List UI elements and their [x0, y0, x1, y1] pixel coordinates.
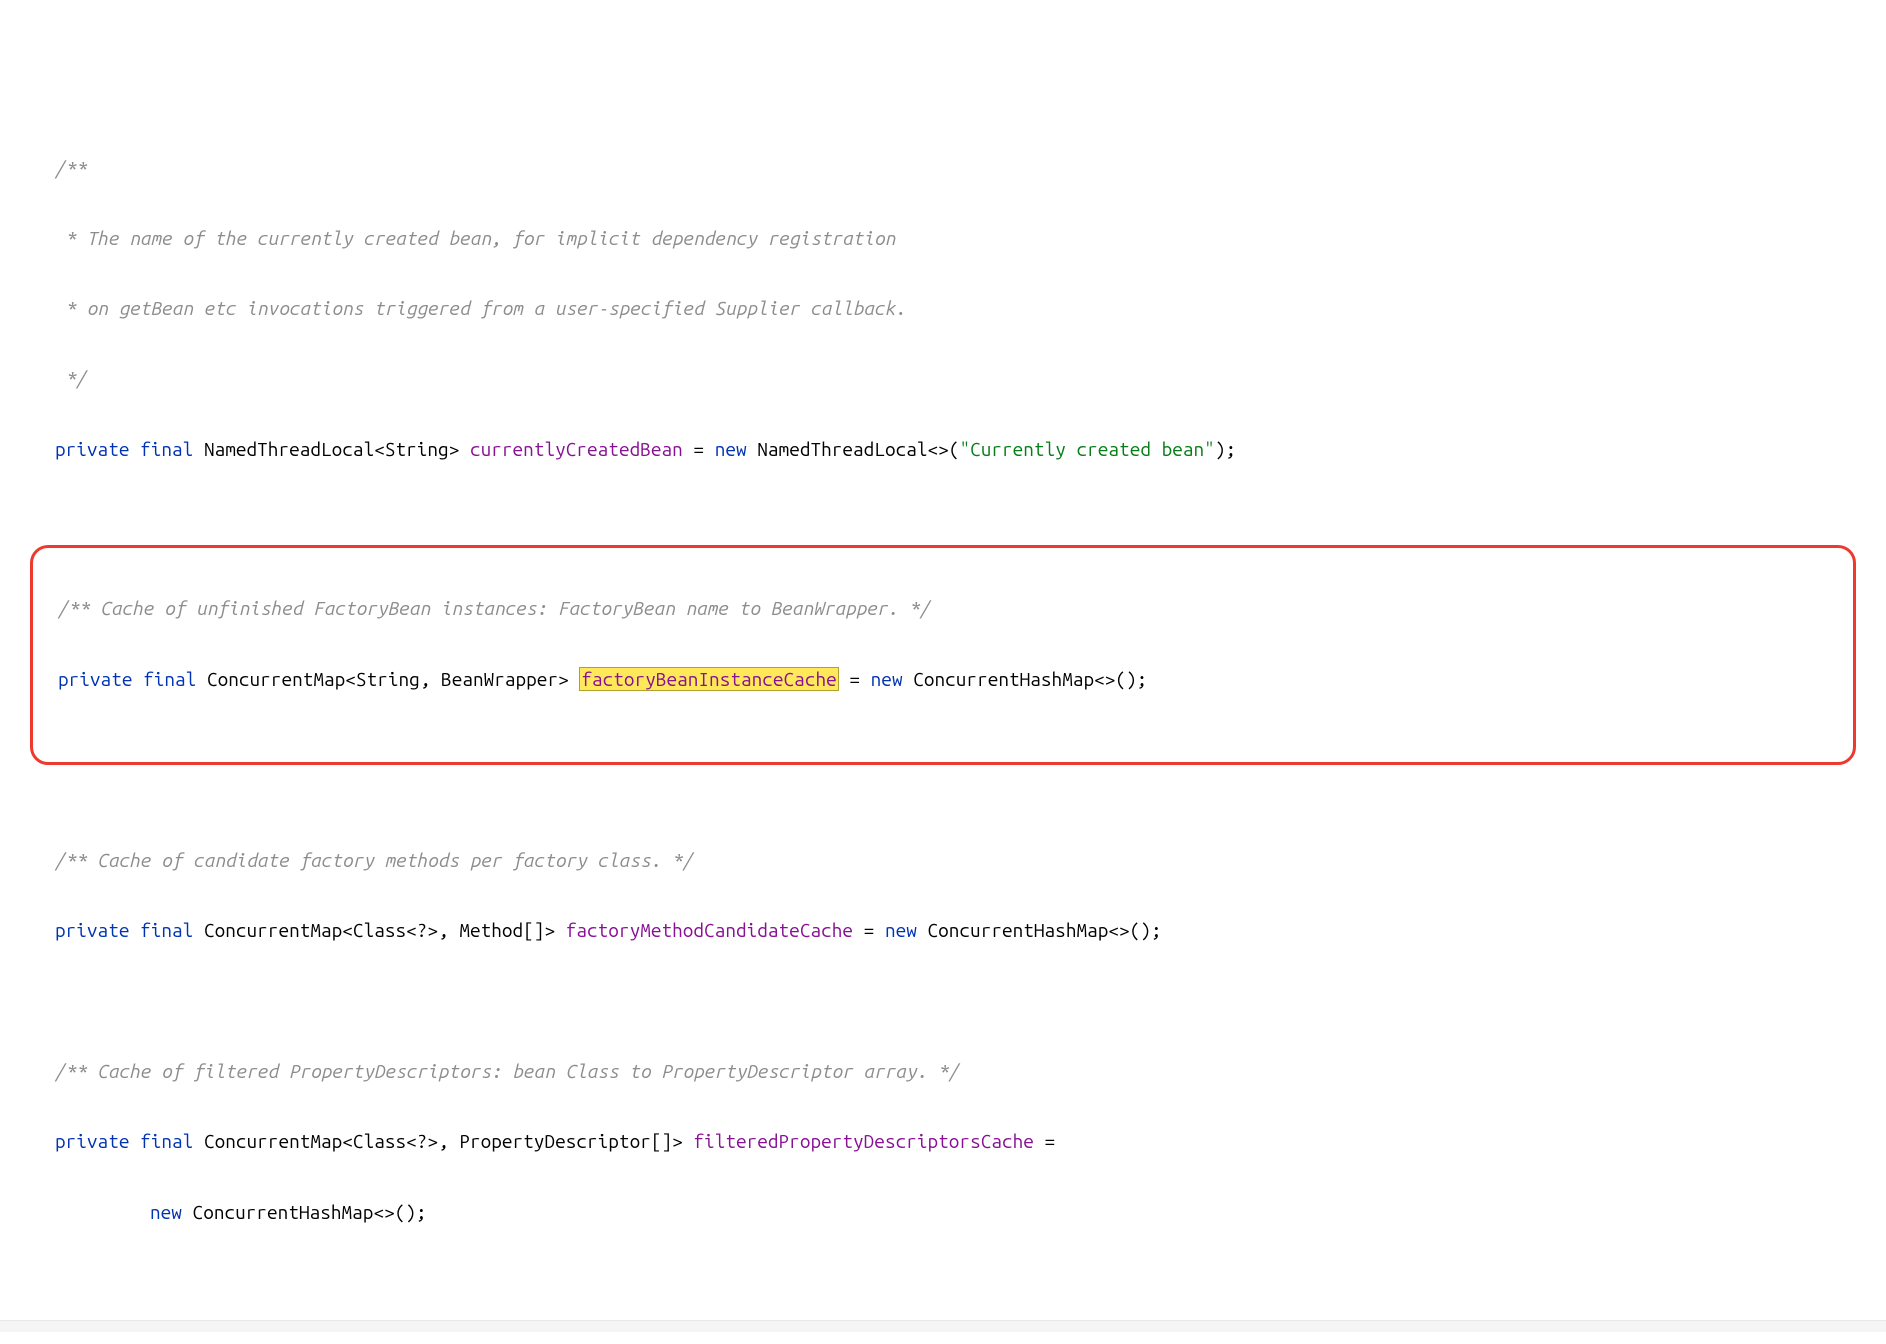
javadoc-line: /** Cache of filtered PropertyDescriptor… — [0, 1054, 1886, 1089]
field-name: factoryMethodCandidateCache — [566, 919, 853, 941]
comment-text: /** Cache of candidate factory methods p… — [55, 849, 693, 871]
field-declaration: private final ConcurrentMap<Class<?>, Pr… — [0, 1124, 1886, 1159]
generic-type: <String> — [374, 438, 459, 460]
javadoc-line: * The name of the currently created bean… — [0, 221, 1886, 256]
constructor-call: ConcurrentHashMap<>(); — [182, 1201, 427, 1223]
keyword-final: final — [140, 919, 193, 941]
keyword-new: new — [715, 438, 747, 460]
javadoc-line: /** Cache of candidate factory methods p… — [0, 843, 1886, 878]
keyword-private: private — [55, 438, 129, 460]
keyword-final: final — [140, 438, 193, 460]
type-name: NamedThreadLocal — [204, 438, 374, 460]
type-name: ConcurrentMap<String, BeanWrapper> — [196, 668, 579, 690]
comment-text: * The name of the currently created bean… — [55, 227, 896, 249]
keyword-new: new — [150, 1201, 182, 1223]
keyword-private: private — [55, 1130, 129, 1152]
keyword-private: private — [58, 668, 132, 690]
field-name: currentlyCreatedBean — [470, 438, 683, 460]
equals-sign: = — [839, 668, 871, 690]
editor-bottom-bar — [0, 1320, 1886, 1332]
keyword-private: private — [55, 919, 129, 941]
keyword-new: new — [885, 919, 917, 941]
comment-text: */ — [55, 367, 87, 389]
equals-sign: = — [683, 438, 715, 460]
field-name: filteredPropertyDescriptorsCache — [693, 1130, 1033, 1152]
javadoc-line: /** Cache of unfinished FactoryBean inst… — [33, 591, 1853, 626]
highlighted-code-block: /** Cache of unfinished FactoryBean inst… — [30, 545, 1856, 765]
comment-text: /** Cache of filtered PropertyDescriptor… — [55, 1060, 959, 1082]
field-declaration: private final NamedThreadLocal<String> c… — [0, 432, 1886, 467]
field-name-highlighted: factoryBeanInstanceCache — [579, 667, 838, 691]
javadoc-line: /** — [0, 151, 1886, 186]
constructor-call: ConcurrentHashMap<>(); — [917, 919, 1162, 941]
field-declaration: private final ConcurrentMap<Class<?>, Me… — [0, 913, 1886, 948]
comment-text: * on getBean etc invocations triggered f… — [55, 297, 906, 319]
keyword-new: new — [871, 668, 903, 690]
constructor-call: NamedThreadLocal<>( — [747, 438, 960, 460]
line-end: ); — [1215, 438, 1236, 460]
blank-line — [0, 984, 1886, 1019]
keyword-final: final — [143, 668, 196, 690]
constructor-call: ConcurrentHashMap<>(); — [903, 668, 1148, 690]
keyword-final: final — [140, 1130, 193, 1152]
comment-text: /** Cache of unfinished FactoryBean inst… — [58, 597, 930, 619]
type-name: ConcurrentMap<Class<?>, PropertyDescript… — [193, 1130, 693, 1152]
javadoc-line: * on getBean etc invocations triggered f… — [0, 291, 1886, 326]
field-declaration: private final ConcurrentMap<String, Bean… — [33, 662, 1853, 697]
field-declaration-continued: new ConcurrentHashMap<>(); — [0, 1195, 1886, 1230]
equals-sign: = — [853, 919, 885, 941]
string-literal: "Currently created bean" — [959, 438, 1214, 460]
comment-text: /** — [55, 157, 87, 179]
javadoc-line: */ — [0, 361, 1886, 396]
equals-sign: = — [1034, 1130, 1055, 1152]
type-name: ConcurrentMap<Class<?>, Method[]> — [193, 919, 565, 941]
